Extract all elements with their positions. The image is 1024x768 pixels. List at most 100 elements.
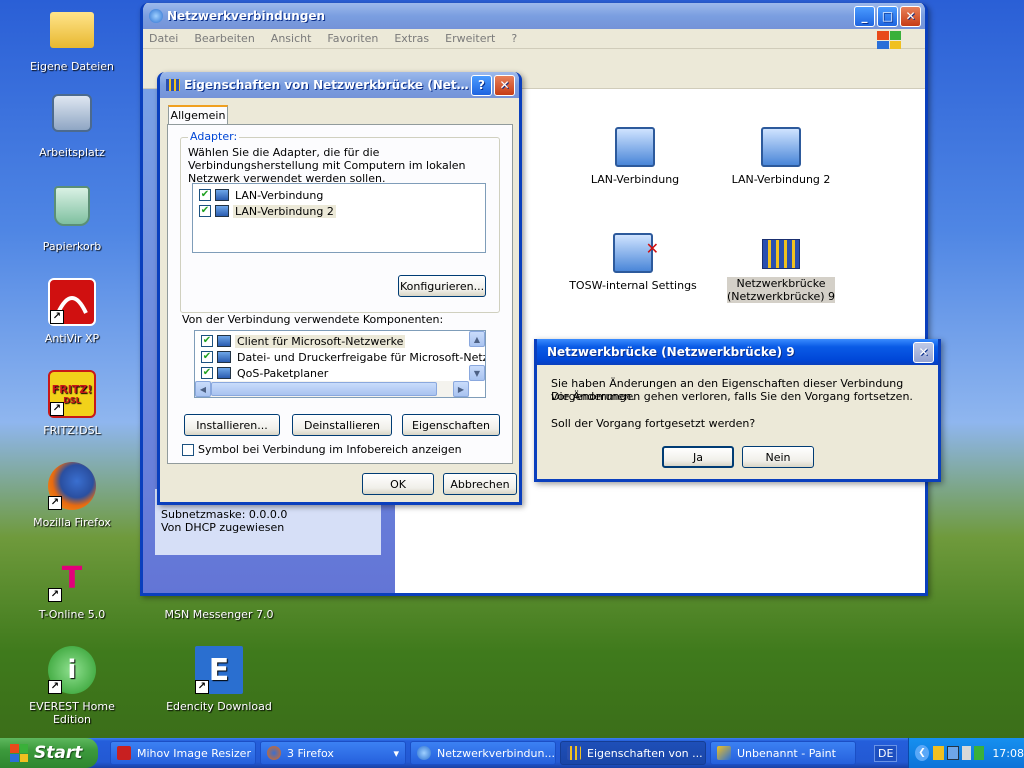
desktop-icon-edencity[interactable]: E ↗ Edencity Download: [164, 646, 274, 713]
recycle-bin-icon: [54, 186, 90, 226]
confirm-question: Soll der Vorgang fortgesetzt werden?: [551, 417, 756, 430]
ok-button[interactable]: OK: [362, 473, 434, 495]
network-bridge-icon: [762, 239, 800, 269]
scroll-up-button[interactable]: ▲: [469, 331, 485, 347]
taskbar-item-properties[interactable]: Eigenschaften von ...: [560, 741, 706, 765]
lan-disconnected-icon: ✕: [613, 233, 659, 273]
close-button[interactable]: ✕: [900, 5, 921, 27]
taskbar-item-firefox[interactable]: 3 Firefox ▾: [260, 741, 406, 765]
edencity-glyph: E: [208, 652, 230, 688]
shortcut-arrow-icon: ↗: [50, 402, 64, 416]
adapter-checkbox[interactable]: ✔: [199, 205, 211, 217]
menu-erweitert[interactable]: Erweitert: [445, 32, 495, 45]
desktop-icon-label: Eigene Dateien: [29, 60, 115, 73]
scroll-right-button[interactable]: ▶: [453, 381, 469, 397]
tab-allgemein[interactable]: Allgemein: [168, 105, 228, 125]
desktop-icon-firefox[interactable]: ↗ Mozilla Firefox: [17, 462, 127, 529]
system-tray: ❮ 17:08: [908, 738, 1024, 768]
desktop-icon-papierkorb[interactable]: Papierkorb: [17, 186, 127, 253]
explorer-titlebar[interactable]: Netzwerkverbindungen _ □ ✕: [143, 3, 925, 29]
confirm-titlebar[interactable]: Netzwerkbrücke (Netzwerkbrücke) 9 ✕: [537, 339, 938, 365]
desktop-icon-label: Mozilla Firefox: [33, 516, 111, 529]
desktop-icon-everest[interactable]: i ↗ EVEREST Home Edition: [17, 646, 127, 726]
component-properties-button[interactable]: Eigenschaften: [402, 414, 500, 436]
component-row[interactable]: ✔ Datei- und Druckerfreigabe für Microso…: [195, 349, 485, 365]
tray-network-icon[interactable]: [946, 746, 960, 760]
taskbar-item-paint[interactable]: Unbenannt - Paint: [710, 741, 856, 765]
horizontal-scrollbar[interactable]: ◀ ▶: [195, 381, 469, 397]
start-button[interactable]: Start: [0, 738, 98, 768]
computer-icon: [52, 94, 92, 132]
menu-ansicht[interactable]: Ansicht: [271, 32, 312, 45]
uninstall-button[interactable]: Deinstallieren: [292, 414, 392, 436]
taskbar-item-network-connections[interactable]: Netzwerkverbindun...: [410, 741, 556, 765]
fritz-glyph: FRITZ!: [51, 383, 93, 396]
desktop-icon-arbeitsplatz[interactable]: Arbeitsplatz: [17, 94, 127, 159]
minimize-button[interactable]: _: [854, 5, 875, 27]
taskbar-item-image-resizer[interactable]: Mihov Image Resizer: [110, 741, 256, 765]
shortcut-arrow-icon: ↗: [50, 310, 64, 324]
scroll-thumb[interactable]: [211, 382, 437, 396]
desktop-icon-label: AntiVir XP: [44, 332, 100, 345]
menu-favoriten[interactable]: Favoriten: [327, 32, 378, 45]
confirm-title: Netzwerkbrücke (Netzwerkbrücke) 9: [547, 345, 795, 359]
desktop-icon-label: Arbeitsplatz: [39, 146, 105, 159]
firefox-icon: [267, 746, 281, 760]
tray-volume-icon[interactable]: [962, 746, 971, 760]
close-button[interactable]: ✕: [913, 341, 934, 363]
menu-datei[interactable]: Datei: [149, 32, 178, 45]
component-checkbox[interactable]: ✔: [201, 335, 213, 347]
tray-icon-checkbox[interactable]: [182, 443, 194, 456]
shortcut-arrow-icon: ↗: [48, 680, 62, 694]
properties-titlebar[interactable]: Eigenschaften von Netzwerkbrücke (Netzwe…: [160, 72, 519, 98]
close-button[interactable]: ✕: [494, 74, 515, 96]
shortcut-arrow-icon: ↗: [48, 588, 62, 602]
desktop-icon-antivir[interactable]: ↗ AntiVir XP: [17, 278, 127, 345]
network-adapter-icon: [215, 189, 229, 201]
yes-button[interactable]: Ja: [662, 446, 734, 468]
menu-bearbeiten[interactable]: Bearbeiten: [194, 32, 254, 45]
fritz-sub-glyph: DSL: [63, 396, 81, 405]
tray-security-icon[interactable]: [973, 746, 985, 760]
language-indicator[interactable]: DE: [874, 745, 898, 762]
no-button[interactable]: Nein: [742, 446, 814, 468]
adapter-checkbox[interactable]: ✔: [199, 189, 211, 201]
component-row[interactable]: ✔ QoS-Paketplaner: [195, 365, 485, 381]
scroll-down-button[interactable]: ▼: [469, 365, 485, 381]
taskbar-item-label: Mihov Image Resizer: [137, 746, 251, 760]
cancel-button[interactable]: Abbrechen: [443, 473, 517, 495]
menu-extras[interactable]: Extras: [394, 32, 429, 45]
tray-app-icon[interactable]: [933, 746, 944, 760]
menu-help[interactable]: ?: [511, 32, 517, 45]
component-row[interactable]: ✔ Client für Microsoft-Netzwerke: [195, 333, 485, 349]
scroll-left-button[interactable]: ◀: [195, 381, 211, 397]
connection-lan-1[interactable]: LAN-Verbindung: [575, 127, 695, 186]
tray-icon-option[interactable]: Symbol bei Verbindung im Infobereich anz…: [182, 443, 462, 456]
paint-icon: [717, 746, 731, 760]
connection-network-bridge[interactable]: Netzwerkbrücke (Netzwerkbrücke) 9: [721, 233, 841, 303]
network-adapter-icon: [215, 205, 229, 217]
taskbar-item-label: Netzwerkverbindun...: [437, 746, 555, 760]
configure-button[interactable]: Konfigurieren...: [398, 275, 486, 297]
show-hidden-icons-button[interactable]: ❮: [915, 745, 930, 761]
connection-tosw[interactable]: ✕ TOSW-internal Settings: [553, 233, 713, 292]
help-button[interactable]: ?: [471, 74, 492, 96]
desktop-icon-t-online[interactable]: T ↗ T-Online 5.0: [17, 554, 127, 622]
desktop-icon-fritz-dsl[interactable]: FRITZ! DSL ↗ FRITZ!DSL: [17, 370, 127, 437]
edencity-icon: E ↗: [195, 646, 243, 694]
desktop-icon-eigene-dateien[interactable]: Eigene Dateien: [17, 6, 127, 73]
confirm-dialog: Netzwerkbrücke (Netzwerkbrücke) 9 ✕ Sie …: [534, 339, 941, 482]
adapter-row[interactable]: ✔ LAN-Verbindung 2: [193, 203, 485, 219]
tab-allgemein-label: Allgemein: [170, 109, 226, 122]
t-online-glyph: T: [61, 560, 83, 596]
connection-lan-2[interactable]: LAN-Verbindung 2: [721, 127, 841, 186]
shortcut-arrow-icon: ↗: [195, 680, 209, 694]
maximize-button[interactable]: □: [877, 5, 898, 27]
component-checkbox[interactable]: ✔: [201, 367, 213, 379]
start-label: Start: [34, 743, 83, 763]
adapter-row[interactable]: ✔ LAN-Verbindung: [193, 187, 485, 203]
component-checkbox[interactable]: ✔: [201, 351, 213, 363]
clock[interactable]: 17:08: [992, 747, 1024, 760]
adapter-label: LAN-Verbindung: [235, 188, 324, 202]
install-button[interactable]: Installieren...: [184, 414, 280, 436]
